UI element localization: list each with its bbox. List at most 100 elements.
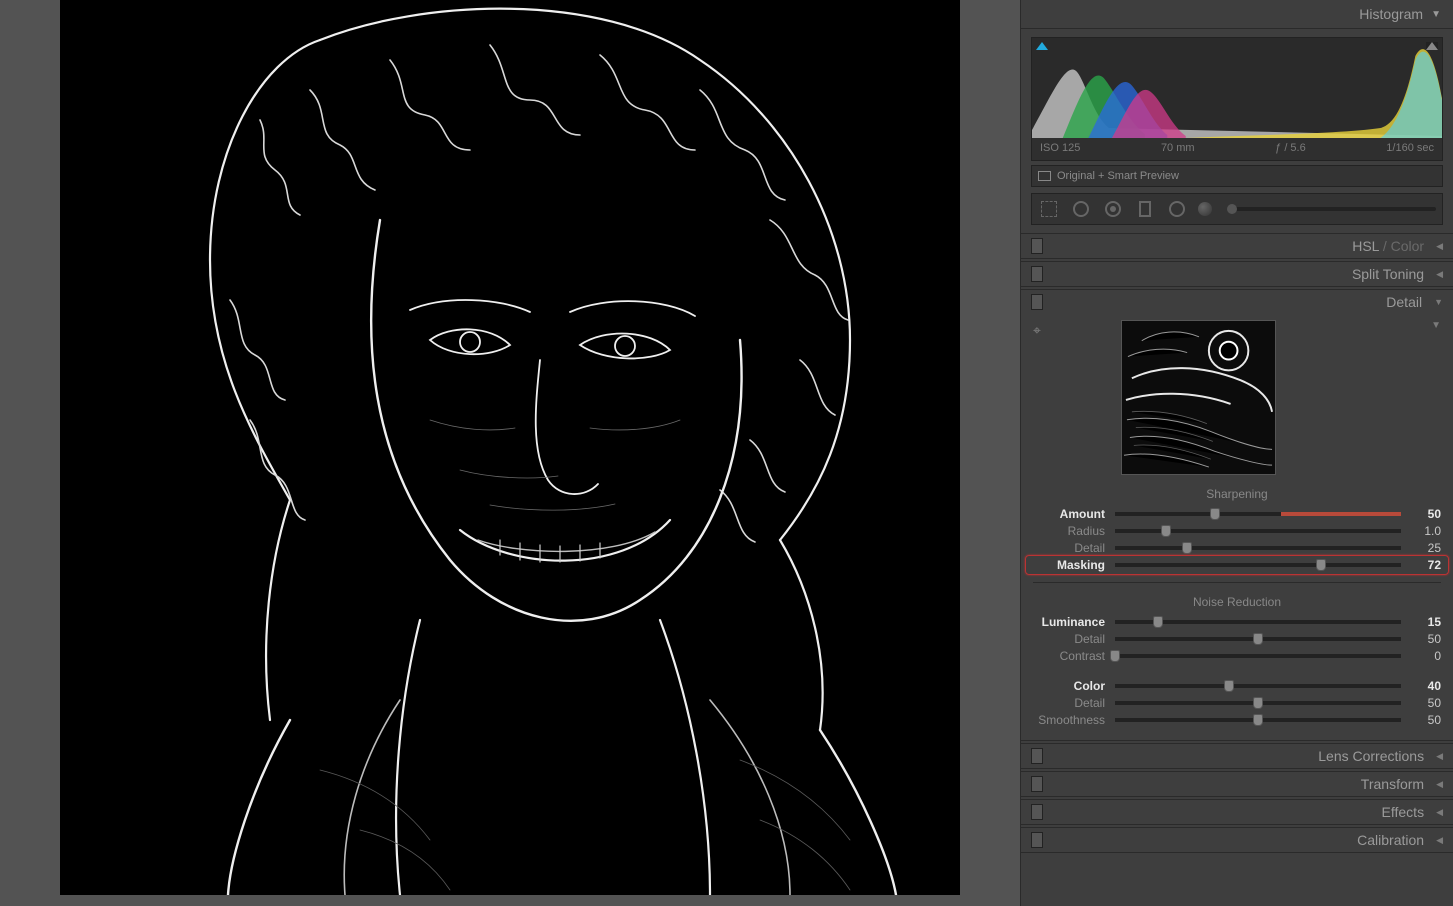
redeye-tool-icon[interactable] (1102, 198, 1124, 220)
detail-slider-label: Detail (1033, 541, 1105, 555)
amount-red-fill (1281, 512, 1401, 516)
split-toning-label: Split Toning (1043, 266, 1430, 282)
color-nr-label: Color (1033, 679, 1105, 693)
contrast-value[interactable]: 0 (1411, 649, 1441, 663)
effects-label: Effects (1043, 804, 1430, 820)
radius-label: Radius (1033, 524, 1105, 538)
amount-value[interactable]: 50 (1411, 507, 1441, 521)
nr-detail-slider-row: Detail 50 (1033, 632, 1441, 646)
panel-switch-icon[interactable] (1031, 832, 1043, 848)
detail-target-icon[interactable]: ⌖ (1033, 322, 1041, 339)
exif-shutter: 1/160 sec (1386, 142, 1434, 154)
detail-header[interactable]: Detail ▼ (1021, 290, 1453, 314)
masking-value[interactable]: 72 (1411, 558, 1441, 572)
lens-corrections-label: Lens Corrections (1043, 748, 1430, 764)
local-adjust-toolbar (1031, 193, 1443, 225)
chevron-down-icon[interactable]: ▼ (1431, 320, 1441, 331)
chevron-left-icon: ◀ (1436, 779, 1443, 790)
effects-header[interactable]: Effects ◀ (1021, 800, 1453, 824)
masking-label: Masking (1033, 558, 1105, 572)
radius-value[interactable]: 1.0 (1411, 524, 1441, 538)
hsl-color-label: / Color (1379, 238, 1424, 254)
chevron-left-icon: ◀ (1436, 269, 1443, 280)
detail-label: Detail (1043, 294, 1428, 310)
shadow-clip-icon[interactable] (1036, 42, 1048, 50)
detail-slider[interactable] (1115, 546, 1401, 550)
effects-section: Effects ◀ (1021, 799, 1453, 825)
luminance-slider[interactable] (1115, 620, 1401, 624)
chevron-left-icon: ◀ (1436, 241, 1443, 252)
amount-label: Amount (1033, 507, 1105, 521)
chevron-down-icon: ▼ (1434, 297, 1443, 307)
lens-corrections-header[interactable]: Lens Corrections ◀ (1021, 744, 1453, 768)
transform-header[interactable]: Transform ◀ (1021, 772, 1453, 796)
lens-corrections-section: Lens Corrections ◀ (1021, 743, 1453, 769)
nr-detail-slider[interactable] (1115, 637, 1401, 641)
radius-slider[interactable] (1115, 529, 1401, 533)
hsl-label: HSL (1352, 238, 1379, 254)
panel-switch-icon[interactable] (1031, 238, 1043, 254)
amount-slider[interactable] (1115, 512, 1401, 516)
develop-right-panel: Histogram ▼ ISO 125 70 mm ƒ / 5.6 1/160 … (1020, 0, 1453, 906)
calibration-header[interactable]: Calibration ◀ (1021, 828, 1453, 852)
histogram-header[interactable]: Histogram ▼ (1021, 0, 1453, 29)
detail-zoom-thumbnail[interactable] (1121, 320, 1276, 475)
contrast-slider[interactable] (1115, 654, 1401, 658)
nr-detail-value[interactable]: 50 (1411, 632, 1441, 646)
smoothness-slider-row: Smoothness 50 (1033, 713, 1441, 727)
mask-size-slider[interactable] (1232, 207, 1436, 211)
panel-switch-icon[interactable] (1031, 266, 1043, 282)
amount-slider-row: Amount 50 (1033, 507, 1441, 521)
transform-section: Transform ◀ (1021, 771, 1453, 797)
radial-tool-icon[interactable] (1166, 198, 1188, 220)
luminance-label: Luminance (1033, 615, 1105, 629)
transform-label: Transform (1043, 776, 1430, 792)
contrast-label: Contrast (1033, 649, 1105, 663)
luminance-value[interactable]: 15 (1411, 615, 1441, 629)
calibration-label: Calibration (1043, 832, 1430, 848)
chevron-left-icon: ◀ (1436, 751, 1443, 762)
calibration-section: Calibration ◀ (1021, 827, 1453, 853)
smoothness-slider[interactable] (1115, 718, 1401, 722)
panel-switch-icon[interactable] (1031, 294, 1043, 310)
detail-slider-row: Detail 25 (1033, 541, 1441, 555)
panel-switch-icon[interactable] (1031, 776, 1043, 792)
luminance-slider-row: Luminance 15 (1033, 615, 1441, 629)
chevron-left-icon: ◀ (1436, 807, 1443, 818)
highlight-clip-icon[interactable] (1426, 42, 1438, 50)
hsl-header[interactable]: HSL / Color ◀ (1021, 234, 1453, 258)
sharpening-title: Sharpening (1033, 487, 1441, 501)
brush-tool-icon[interactable] (1198, 202, 1212, 216)
hsl-section: HSL / Color ◀ (1021, 233, 1453, 259)
image-preview[interactable] (60, 0, 960, 895)
color-detail-slider[interactable] (1115, 701, 1401, 705)
preview-status-bar[interactable]: Original + Smart Preview (1031, 165, 1443, 187)
masking-slider-row: Masking 72 (1033, 558, 1441, 572)
color-nr-slider[interactable] (1115, 684, 1401, 688)
preview-label: Original + Smart Preview (1057, 170, 1179, 182)
gradient-tool-icon[interactable] (1134, 198, 1156, 220)
radius-slider-row: Radius 1.0 (1033, 524, 1441, 538)
color-detail-value[interactable]: 50 (1411, 696, 1441, 710)
crop-tool-icon[interactable] (1038, 198, 1060, 220)
edge-detection-preview (60, 0, 960, 895)
color-nr-value[interactable]: 40 (1411, 679, 1441, 693)
contrast-slider-row: Contrast 0 (1033, 649, 1441, 663)
collapse-icon: ▼ (1431, 9, 1441, 20)
detail-slider-value[interactable]: 25 (1411, 541, 1441, 555)
split-toning-section: Split Toning ◀ (1021, 261, 1453, 287)
split-toning-header[interactable]: Split Toning ◀ (1021, 262, 1453, 286)
spot-tool-icon[interactable] (1070, 198, 1092, 220)
histogram[interactable]: ISO 125 70 mm ƒ / 5.6 1/160 sec (1031, 37, 1443, 161)
chevron-left-icon: ◀ (1436, 835, 1443, 846)
histogram-chart (1032, 38, 1442, 138)
masking-slider[interactable] (1115, 563, 1401, 567)
exif-focal: 70 mm (1161, 142, 1195, 154)
smoothness-value[interactable]: 50 (1411, 713, 1441, 727)
panel-switch-icon[interactable] (1031, 748, 1043, 764)
nr-detail-label: Detail (1033, 632, 1105, 646)
panel-switch-icon[interactable] (1031, 804, 1043, 820)
color-detail-slider-row: Detail 50 (1033, 696, 1441, 710)
exif-aperture: ƒ / 5.6 (1275, 142, 1306, 154)
main-canvas (0, 0, 1020, 906)
